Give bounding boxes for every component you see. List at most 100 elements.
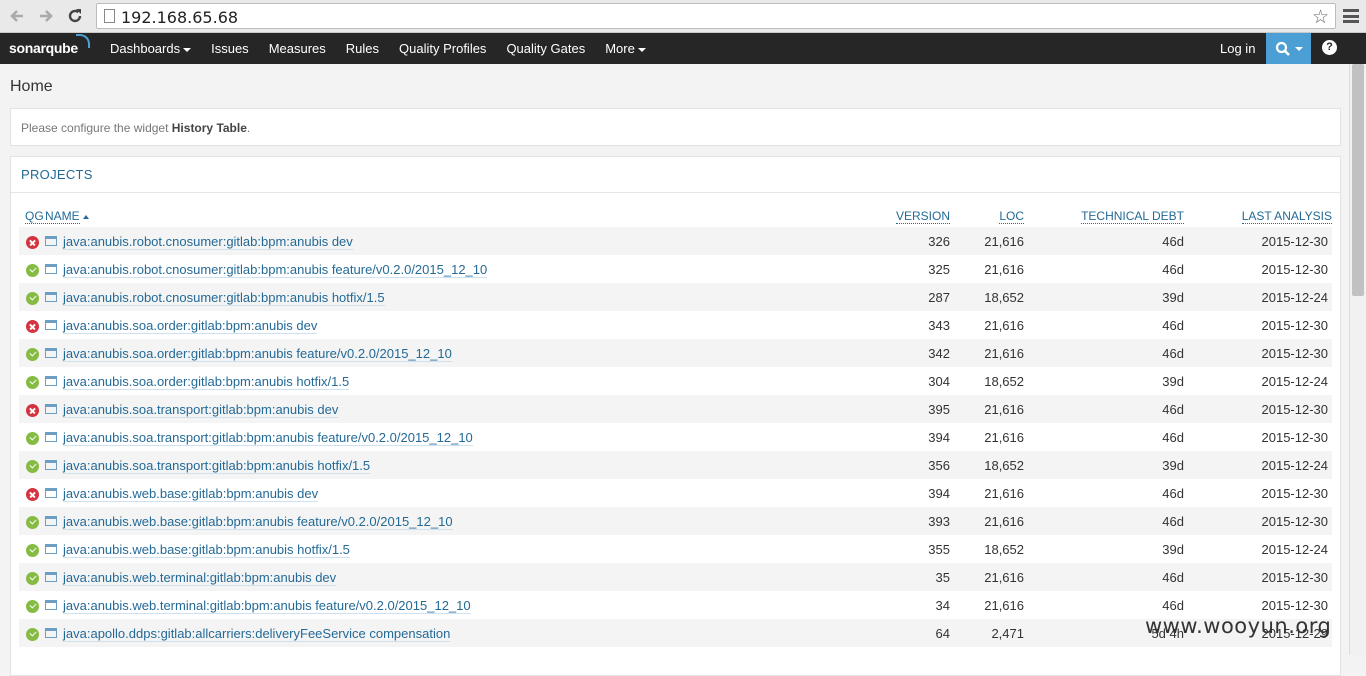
last-analysis-cell: 2015-12-30 bbox=[1261, 261, 1329, 277]
scrollbar-thumb[interactable] bbox=[1352, 64, 1364, 296]
version-cell: 287 bbox=[830, 283, 950, 311]
divider bbox=[11, 192, 1340, 193]
quality-gate-error-icon bbox=[26, 235, 39, 249]
search-icon bbox=[1275, 41, 1290, 56]
watermark: www.wooyun.org bbox=[1145, 614, 1332, 638]
project-link[interactable]: java:anubis.web.base:gitlab:bpm:anubis h… bbox=[63, 541, 350, 558]
back-icon[interactable] bbox=[6, 5, 28, 27]
loc-cell: 21,616 bbox=[984, 429, 1024, 445]
project-link[interactable]: java:anubis.soa.transport:gitlab:bpm:anu… bbox=[63, 457, 371, 474]
table-row: java:anubis.robot.cnosumer:gitlab:bpm:an… bbox=[19, 255, 1332, 283]
table-row: java:anubis.soa.transport:gitlab:bpm:anu… bbox=[19, 451, 1332, 479]
name-cell: java:anubis.soa.transport:gitlab:bpm:anu… bbox=[45, 395, 830, 423]
last-analysis-cell: 2015-12-24 bbox=[1261, 541, 1329, 557]
project-link[interactable]: java:anubis.robot.cnosumer:gitlab:bpm:an… bbox=[63, 233, 353, 250]
project-link[interactable]: java:anubis.soa.order:gitlab:bpm:anubis … bbox=[63, 345, 452, 362]
project-link[interactable]: java:apollo.ddps:gitlab:allcarriers:deli… bbox=[63, 625, 451, 642]
table-row: java:anubis.soa.order:gitlab:bpm:anubis … bbox=[19, 339, 1332, 367]
widget-config-message: Please configure the widget History Tabl… bbox=[21, 121, 251, 135]
qg-cell bbox=[19, 451, 45, 479]
project-link[interactable]: java:anubis.web.base:gitlab:bpm:anubis d… bbox=[63, 485, 319, 502]
nav-item-issues[interactable]: Issues bbox=[201, 41, 259, 56]
name-cell: java:anubis.web.base:gitlab:bpm:anubis f… bbox=[45, 507, 830, 535]
chevron-down-icon bbox=[637, 47, 646, 52]
qg-cell bbox=[19, 619, 45, 647]
project-link[interactable]: java:anubis.soa.order:gitlab:bpm:anubis … bbox=[63, 317, 318, 334]
quality-gate-ok-icon bbox=[26, 431, 39, 445]
sonarqube-logo[interactable]: sonarqube bbox=[9, 34, 90, 56]
project-link[interactable]: java:anubis.robot.cnosumer:gitlab:bpm:an… bbox=[63, 289, 385, 306]
version-cell: 34 bbox=[935, 597, 950, 613]
nav-item-rules[interactable]: Rules bbox=[336, 41, 389, 56]
version-cell: 393 bbox=[830, 507, 950, 535]
browser-menu-icon[interactable] bbox=[1343, 9, 1359, 23]
loc-cell: 21,616 bbox=[950, 563, 1024, 591]
help-icon[interactable]: ? bbox=[1322, 40, 1337, 55]
project-icon bbox=[45, 320, 57, 331]
nav-item-dashboards[interactable]: Dashboards bbox=[100, 41, 201, 56]
table-row: java:anubis.soa.order:gitlab:bpm:anubis … bbox=[19, 311, 1332, 339]
version-cell: 326 bbox=[830, 227, 950, 255]
last-analysis-cell: 2015-12-24 bbox=[1184, 451, 1332, 479]
last-analysis-cell: 2015-12-30 bbox=[1261, 429, 1329, 445]
col-name[interactable]: NAME bbox=[45, 205, 830, 227]
name-cell: java:anubis.web.base:gitlab:bpm:anubis d… bbox=[45, 479, 830, 507]
quality-gate-ok-icon bbox=[26, 515, 39, 529]
technical-debt-cell: 46d bbox=[1024, 563, 1184, 591]
name-cell: java:apollo.ddps:gitlab:allcarriers:deli… bbox=[45, 619, 830, 647]
search-button[interactable] bbox=[1266, 33, 1311, 64]
nav-item-more[interactable]: More bbox=[595, 41, 656, 56]
reload-icon[interactable] bbox=[64, 5, 86, 27]
url-text: 192.168.65.68 bbox=[121, 8, 239, 27]
name-cell: java:anubis.robot.cnosumer:gitlab:bpm:an… bbox=[45, 283, 830, 311]
col-technical-debt[interactable]: TECHNICAL DEBT bbox=[1024, 205, 1184, 227]
project-link[interactable]: java:anubis.soa.transport:gitlab:bpm:anu… bbox=[63, 401, 339, 418]
project-link[interactable]: java:anubis.soa.order:gitlab:bpm:anubis … bbox=[63, 373, 350, 390]
qg-cell bbox=[19, 367, 45, 395]
quality-gate-error-icon bbox=[26, 403, 39, 417]
col-last-analysis[interactable]: LAST ANALYSIS bbox=[1184, 205, 1332, 227]
loc-cell: 21,616 bbox=[984, 261, 1024, 277]
name-cell: java:anubis.web.base:gitlab:bpm:anubis h… bbox=[45, 535, 830, 563]
table-row: java:apollo.ddps:gitlab:allcarriers:deli… bbox=[19, 619, 1332, 647]
nav-menu: Dashboards Issues Measures Rules Quality Pro… bbox=[100, 33, 656, 64]
forward-icon[interactable] bbox=[35, 5, 57, 27]
quality-gate-ok-icon bbox=[26, 599, 39, 613]
page-scrollbar[interactable] bbox=[1349, 64, 1366, 655]
projects-table: QG NAME VERSION LOC TECHNICAL DEBT LAST … bbox=[19, 205, 1332, 647]
quality-gate-ok-icon bbox=[26, 347, 39, 361]
nav-item-measures[interactable]: Measures bbox=[259, 41, 336, 56]
technical-debt-cell: 46d bbox=[1024, 395, 1184, 423]
loc-cell: 21,616 bbox=[950, 395, 1024, 423]
nav-item-quality-gates[interactable]: Quality Gates bbox=[496, 41, 595, 56]
project-link[interactable]: java:anubis.web.terminal:gitlab:bpm:anub… bbox=[63, 597, 471, 614]
technical-debt-cell: 46d bbox=[1162, 429, 1184, 445]
version-cell: 355 bbox=[928, 541, 950, 557]
last-analysis-cell: 2015-12-30 bbox=[1184, 563, 1332, 591]
bookmark-star-icon[interactable]: ☆ bbox=[1312, 6, 1329, 29]
version-cell: 395 bbox=[830, 395, 950, 423]
col-loc[interactable]: LOC bbox=[950, 205, 1024, 227]
table-row: java:anubis.web.base:gitlab:bpm:anubis f… bbox=[19, 507, 1332, 535]
project-link[interactable]: java:anubis.web.terminal:gitlab:bpm:anub… bbox=[63, 569, 337, 586]
last-analysis-cell: 2015-12-30 bbox=[1261, 485, 1329, 501]
quality-gate-ok-icon bbox=[26, 375, 39, 389]
technical-debt-cell: 39d bbox=[1162, 373, 1184, 389]
table-row: java:anubis.soa.transport:gitlab:bpm:anu… bbox=[19, 423, 1332, 451]
nav-item-quality-profiles[interactable]: Quality Profiles bbox=[389, 41, 496, 56]
widget-name[interactable]: History Table bbox=[172, 121, 247, 135]
version-cell: 394 bbox=[928, 485, 950, 501]
project-link[interactable]: java:anubis.soa.transport:gitlab:bpm:anu… bbox=[63, 429, 473, 446]
project-link[interactable]: java:anubis.web.base:gitlab:bpm:anubis f… bbox=[63, 513, 453, 530]
project-icon bbox=[45, 432, 57, 443]
col-qg[interactable]: QG bbox=[19, 205, 45, 227]
project-link[interactable]: java:anubis.robot.cnosumer:gitlab:bpm:an… bbox=[63, 261, 488, 278]
name-cell: java:anubis.soa.order:gitlab:bpm:anubis … bbox=[45, 367, 830, 395]
login-link[interactable]: Log in bbox=[1220, 41, 1255, 56]
table-row: java:anubis.web.terminal:gitlab:bpm:anub… bbox=[19, 591, 1332, 619]
name-cell: java:anubis.web.terminal:gitlab:bpm:anub… bbox=[45, 591, 830, 619]
address-bar[interactable]: 192.168.65.68 ☆ bbox=[96, 3, 1336, 29]
technical-debt-cell: 46d bbox=[1024, 227, 1184, 255]
col-version[interactable]: VERSION bbox=[830, 205, 950, 227]
project-icon bbox=[45, 488, 57, 499]
